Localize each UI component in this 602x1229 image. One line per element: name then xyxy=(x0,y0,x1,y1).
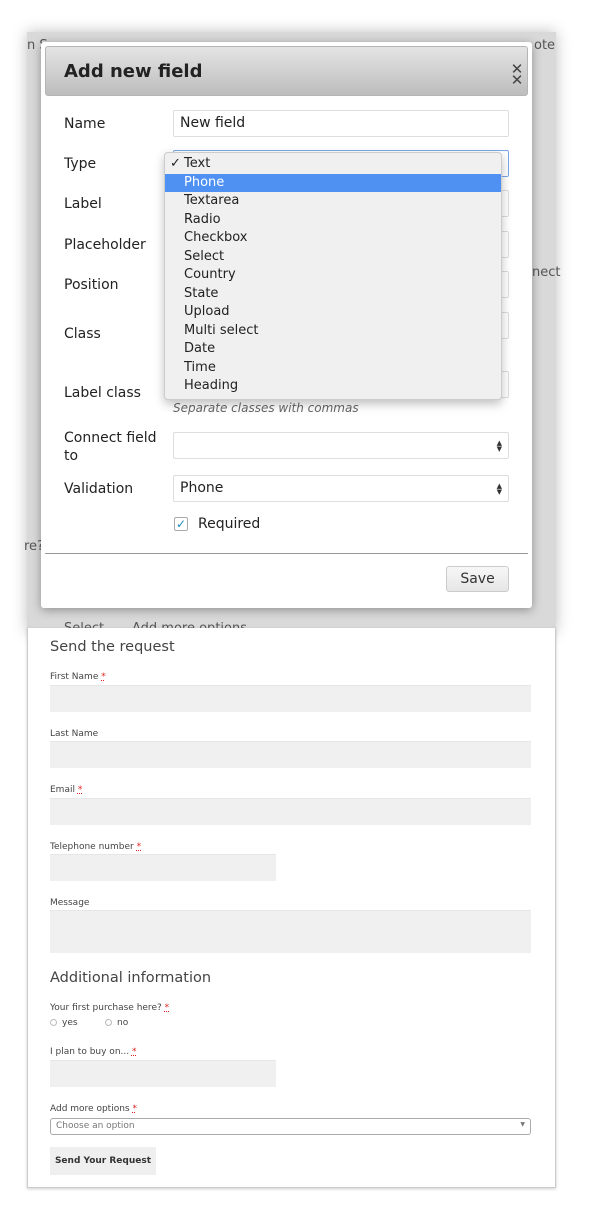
section-title: Send the request xyxy=(50,639,175,655)
required-mark: * xyxy=(101,672,106,682)
type-label: Type xyxy=(64,156,97,172)
type-dropdown-menu: ✓ Text Phone Textarea Radio Checkbox Select Cou… xyxy=(164,152,502,400)
bg-fragment: ote xyxy=(534,38,556,53)
connect-field-select[interactable]: ▲ ▼ xyxy=(173,432,509,459)
validation-value: Phone xyxy=(180,480,224,496)
request-form: Send the request First Name * Last Name … xyxy=(27,628,556,1188)
option-label: Phone xyxy=(184,174,225,190)
radio-label: no xyxy=(117,1018,129,1028)
message-textarea[interactable] xyxy=(50,910,531,953)
required-mark: * xyxy=(164,1003,170,1013)
check-icon: ✓ xyxy=(170,156,181,171)
save-button[interactable]: Save xyxy=(446,566,509,592)
type-option[interactable]: Radio xyxy=(165,211,501,230)
last-name-input[interactable] xyxy=(50,741,531,768)
type-option[interactable]: Select xyxy=(165,248,501,267)
add-field-modal: Add new field ✕ ✕ Name New field Type Lab… xyxy=(41,42,532,608)
modal-title: Add new field xyxy=(64,61,203,82)
label-class-hint: Separate classes with commas xyxy=(173,401,359,415)
connect-field-label: Connect field to xyxy=(64,430,157,464)
radio-label: yes xyxy=(62,1018,78,1028)
radio-icon xyxy=(50,1019,57,1026)
label-text: Email xyxy=(50,785,75,795)
radio-yes[interactable]: yes xyxy=(50,1018,78,1028)
option-label: Radio xyxy=(184,211,221,227)
type-option[interactable]: State xyxy=(165,285,501,304)
type-option[interactable]: Date xyxy=(165,340,501,359)
type-option[interactable]: Heading xyxy=(165,377,501,396)
option-label: Country xyxy=(184,267,236,282)
more-options-select[interactable]: Choose an option ▼ xyxy=(50,1118,531,1135)
more-options-label: Add more options * xyxy=(50,1104,137,1114)
option-label: Textarea xyxy=(184,193,240,208)
type-option[interactable]: Textarea xyxy=(165,192,501,211)
type-option[interactable]: Time xyxy=(165,359,501,378)
first-name-label: First Name * xyxy=(50,672,106,682)
validation-label: Validation xyxy=(64,481,134,497)
type-option[interactable]: Phone xyxy=(165,173,501,192)
name-input[interactable]: New field xyxy=(173,110,509,137)
label-text: I plan to buy on... xyxy=(50,1047,130,1057)
select-arrows-icon: ▲ ▼ xyxy=(496,482,502,496)
required-mark: * xyxy=(131,1047,137,1057)
select-arrows-icon: ▲ ▼ xyxy=(496,439,502,453)
option-label: Multi select xyxy=(184,322,259,338)
option-label: Upload xyxy=(184,304,230,319)
plan-to-buy-label: I plan to buy on... * xyxy=(50,1047,136,1057)
last-name-label: Last Name xyxy=(50,729,99,739)
telephone-label: Telephone number * xyxy=(50,842,141,852)
email-input[interactable] xyxy=(50,798,531,825)
name-label: Name xyxy=(64,116,106,132)
option-label: Text xyxy=(184,156,211,171)
message-label: Message xyxy=(50,898,90,908)
chevron-down-icon: ▼ xyxy=(520,1121,525,1128)
option-label: Heading xyxy=(184,378,239,393)
option-label: Select xyxy=(184,248,225,264)
position-label: Position xyxy=(64,277,119,293)
first-name-input[interactable] xyxy=(50,685,531,712)
label-text: First Name xyxy=(50,672,99,682)
section-title: Additional information xyxy=(50,970,212,986)
required-label: Required xyxy=(198,516,261,532)
radio-no[interactable]: no xyxy=(105,1018,128,1028)
type-option[interactable]: Checkbox xyxy=(165,229,501,248)
required-mark: * xyxy=(132,1104,137,1114)
type-option[interactable]: Upload xyxy=(165,303,501,322)
type-option[interactable]: ✓ Text xyxy=(165,155,501,174)
divider xyxy=(45,553,528,554)
send-request-button[interactable]: Send Your Request xyxy=(50,1147,156,1175)
label-label: Label xyxy=(64,196,102,212)
label-text: Add more options xyxy=(50,1104,130,1114)
type-option[interactable]: Country xyxy=(165,266,501,285)
option-label: Date xyxy=(184,341,216,356)
class-label: Class xyxy=(64,326,101,342)
label-class-label: Label class xyxy=(64,385,141,401)
bg-fragment: nect xyxy=(532,265,561,280)
telephone-input[interactable] xyxy=(50,854,276,881)
placeholder-label: Placeholder xyxy=(64,237,146,253)
label-text: Your first purchase here? xyxy=(50,1003,162,1013)
type-option[interactable]: Multi select xyxy=(165,322,501,341)
required-mark: * xyxy=(77,785,83,795)
required-mark: * xyxy=(136,842,142,852)
close-icon[interactable]: ✕ ✕ xyxy=(509,62,525,88)
required-checkbox[interactable]: ✓ xyxy=(174,517,188,531)
option-label: Checkbox xyxy=(184,230,248,245)
select-placeholder: Choose an option xyxy=(56,1121,135,1131)
modal-header: Add new field ✕ ✕ xyxy=(45,46,528,96)
option-label: Time xyxy=(184,359,216,375)
label-text: Telephone number xyxy=(50,842,134,852)
radio-icon xyxy=(105,1019,112,1026)
email-label: Email * xyxy=(50,785,82,795)
first-purchase-label: Your first purchase here? * xyxy=(50,1003,169,1013)
validation-select[interactable]: Phone ▲ ▼ xyxy=(173,475,509,502)
option-label: State xyxy=(184,285,219,301)
plan-to-buy-input[interactable] xyxy=(50,1060,276,1087)
